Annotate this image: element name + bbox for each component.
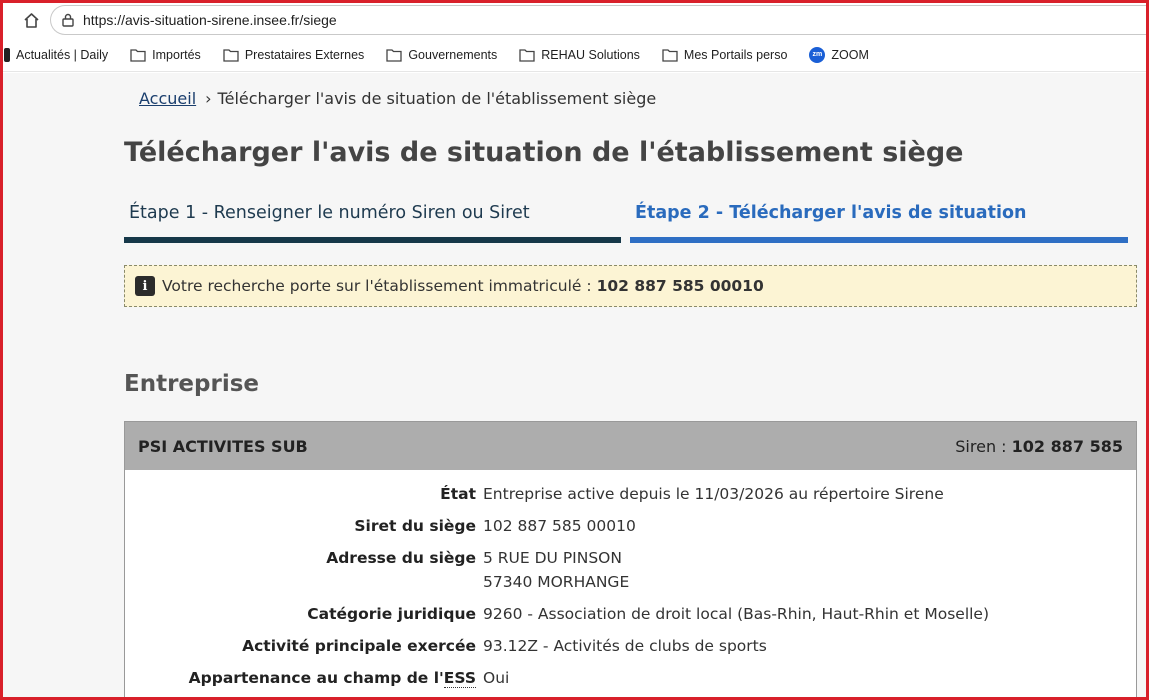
siren-label: Siren : xyxy=(955,436,1007,456)
section-title-entreprise: Entreprise xyxy=(124,371,260,397)
bookmark-folder-portails[interactable]: Mes Portails perso xyxy=(662,47,788,62)
bookmark-folder-prestataires[interactable]: Prestataires Externes xyxy=(223,47,365,62)
detail-value: 9260 - Association de droit local (Bas-R… xyxy=(483,606,989,622)
breadcrumb: Accueil › Télécharger l'avis de situation … xyxy=(139,89,656,108)
detail-label: État xyxy=(440,485,476,503)
bookmark-folder-importes[interactable]: Importés xyxy=(130,48,201,62)
entreprise-name: PSI ACTIVITES SUB xyxy=(138,436,308,456)
home-icon xyxy=(23,12,39,28)
detail-value: 5 RUE DU PINSON 57340 MORHANGE xyxy=(483,550,629,590)
detail-value-line: Entreprise active depuis le 11/03/2026 a… xyxy=(483,485,944,503)
folder-icon xyxy=(223,48,239,62)
detail-row-etat: État Entreprise active depuis le 11/03/2… xyxy=(125,486,1136,502)
step-2-tab[interactable]: Étape 2 - Télécharger l'avis de situatio… xyxy=(630,203,1128,243)
siren-display: Siren : 102 887 585 xyxy=(955,437,1123,456)
detail-row-ess: Appartenance au champ de l'ESS Oui xyxy=(125,669,1136,688)
detail-value-line: 57340 MORHANGE xyxy=(483,573,630,591)
bookmark-folder-gouvernements[interactable]: Gouvernements xyxy=(386,48,497,62)
detail-value-line: Oui xyxy=(483,669,510,687)
step-2-label: Étape 2 - Télécharger l'avis de situatio… xyxy=(635,203,1027,223)
detail-row-categorie: Catégorie juridique 9260 - Association d… xyxy=(125,606,1136,622)
bookmark-label: Actualités | Daily xyxy=(16,47,109,62)
bookmarks-bar: Actualités | Daily Importés Prestataires… xyxy=(0,38,1149,72)
bookmark-icon xyxy=(4,47,10,62)
breadcrumb-separator: › xyxy=(205,89,212,108)
url-field[interactable]: https://avis-situation-sirene.insee.fr/s… xyxy=(50,5,1149,35)
detail-value: Entreprise active depuis le 11/03/2026 a… xyxy=(483,486,944,502)
info-siret-value: 102 887 585 00010 xyxy=(596,277,764,295)
detail-value-line: 102 887 585 00010 xyxy=(483,517,636,535)
bookmark-folder-rehau[interactable]: REHAU Solutions xyxy=(519,48,640,62)
detail-value: Oui xyxy=(483,670,509,686)
folder-icon xyxy=(519,48,535,62)
folder-icon xyxy=(662,48,678,62)
info-text: Votre recherche porte sur l'établissemen… xyxy=(162,277,592,295)
entreprise-card-header: PSI ACTIVITES SUB Siren : 102 887 585 xyxy=(125,422,1136,470)
detail-value: 93.12Z - Activités de clubs de sports xyxy=(483,638,767,654)
lock-icon xyxy=(62,13,74,27)
step-1-tab[interactable]: Étape 1 - Renseigner le numéro Siren ou … xyxy=(124,203,621,243)
page-body: Accueil › Télécharger l'avis de situation … xyxy=(0,73,1149,700)
bookmark-label: ZOOM xyxy=(831,47,869,62)
page-title: Télécharger l'avis de situation de l'éta… xyxy=(124,137,964,168)
home-button[interactable] xyxy=(18,8,44,32)
detail-value-line: 93.12Z - Activités de clubs de sports xyxy=(483,637,767,655)
detail-label: Catégorie juridique xyxy=(307,605,476,623)
ess-abbreviation: ESS xyxy=(443,669,476,688)
bookmark-actualites[interactable]: Actualités | Daily xyxy=(4,47,109,62)
step-1-label: Étape 1 - Renseigner le numéro Siren ou … xyxy=(129,203,530,223)
bookmark-zoom[interactable]: zm ZOOM xyxy=(809,46,869,63)
bookmark-label: REHAU Solutions xyxy=(541,47,640,62)
bookmark-label: Gouvernements xyxy=(408,47,498,62)
detail-row-adresse: Adresse du siège 5 RUE DU PINSON 57340 M… xyxy=(125,550,1136,590)
url-text: https://avis-situation-sirene.insee.fr/s… xyxy=(83,12,337,28)
info-icon: i xyxy=(135,276,155,296)
breadcrumb-current: Télécharger l'avis de situation de l'éta… xyxy=(217,89,657,108)
entreprise-details: État Entreprise active depuis le 11/03/2… xyxy=(125,470,1136,688)
search-info-banner: i Votre recherche porte sur l'établissem… xyxy=(124,265,1137,307)
bookmark-label: Prestataires Externes xyxy=(244,47,365,62)
bookmark-label: Importés xyxy=(152,47,201,62)
detail-label: Appartenance au champ de l'ESS xyxy=(125,669,483,688)
breadcrumb-home-link[interactable]: Accueil xyxy=(139,89,196,108)
detail-label: Siret du siège xyxy=(354,517,476,535)
detail-label: Adresse du siège xyxy=(326,549,476,567)
main-content: Accueil › Télécharger l'avis de situation … xyxy=(124,73,1137,700)
bookmark-label: Mes Portails perso xyxy=(683,47,788,62)
detail-value-line: 9260 - Association de droit local (Bas-R… xyxy=(483,605,990,623)
zoom-icon: zm xyxy=(809,46,826,63)
folder-icon xyxy=(386,48,402,62)
siren-value: 102 887 585 xyxy=(1011,436,1123,456)
folder-icon xyxy=(130,48,146,62)
detail-label-text: Appartenance au champ de l' xyxy=(188,669,444,687)
detail-value-line: 5 RUE DU PINSON xyxy=(483,549,622,567)
screenshot-frame-top xyxy=(0,0,1149,3)
detail-row-activite: Activité principale exercée 93.12Z - Act… xyxy=(125,638,1136,654)
detail-value: 102 887 585 00010 xyxy=(483,518,636,534)
address-bar: https://avis-situation-sirene.insee.fr/s… xyxy=(0,3,1149,37)
detail-row-siret: Siret du siège 102 887 585 00010 xyxy=(125,518,1136,534)
entreprise-card: PSI ACTIVITES SUB Siren : 102 887 585 Ét… xyxy=(124,421,1137,700)
detail-label: Activité principale exercée xyxy=(242,637,476,655)
